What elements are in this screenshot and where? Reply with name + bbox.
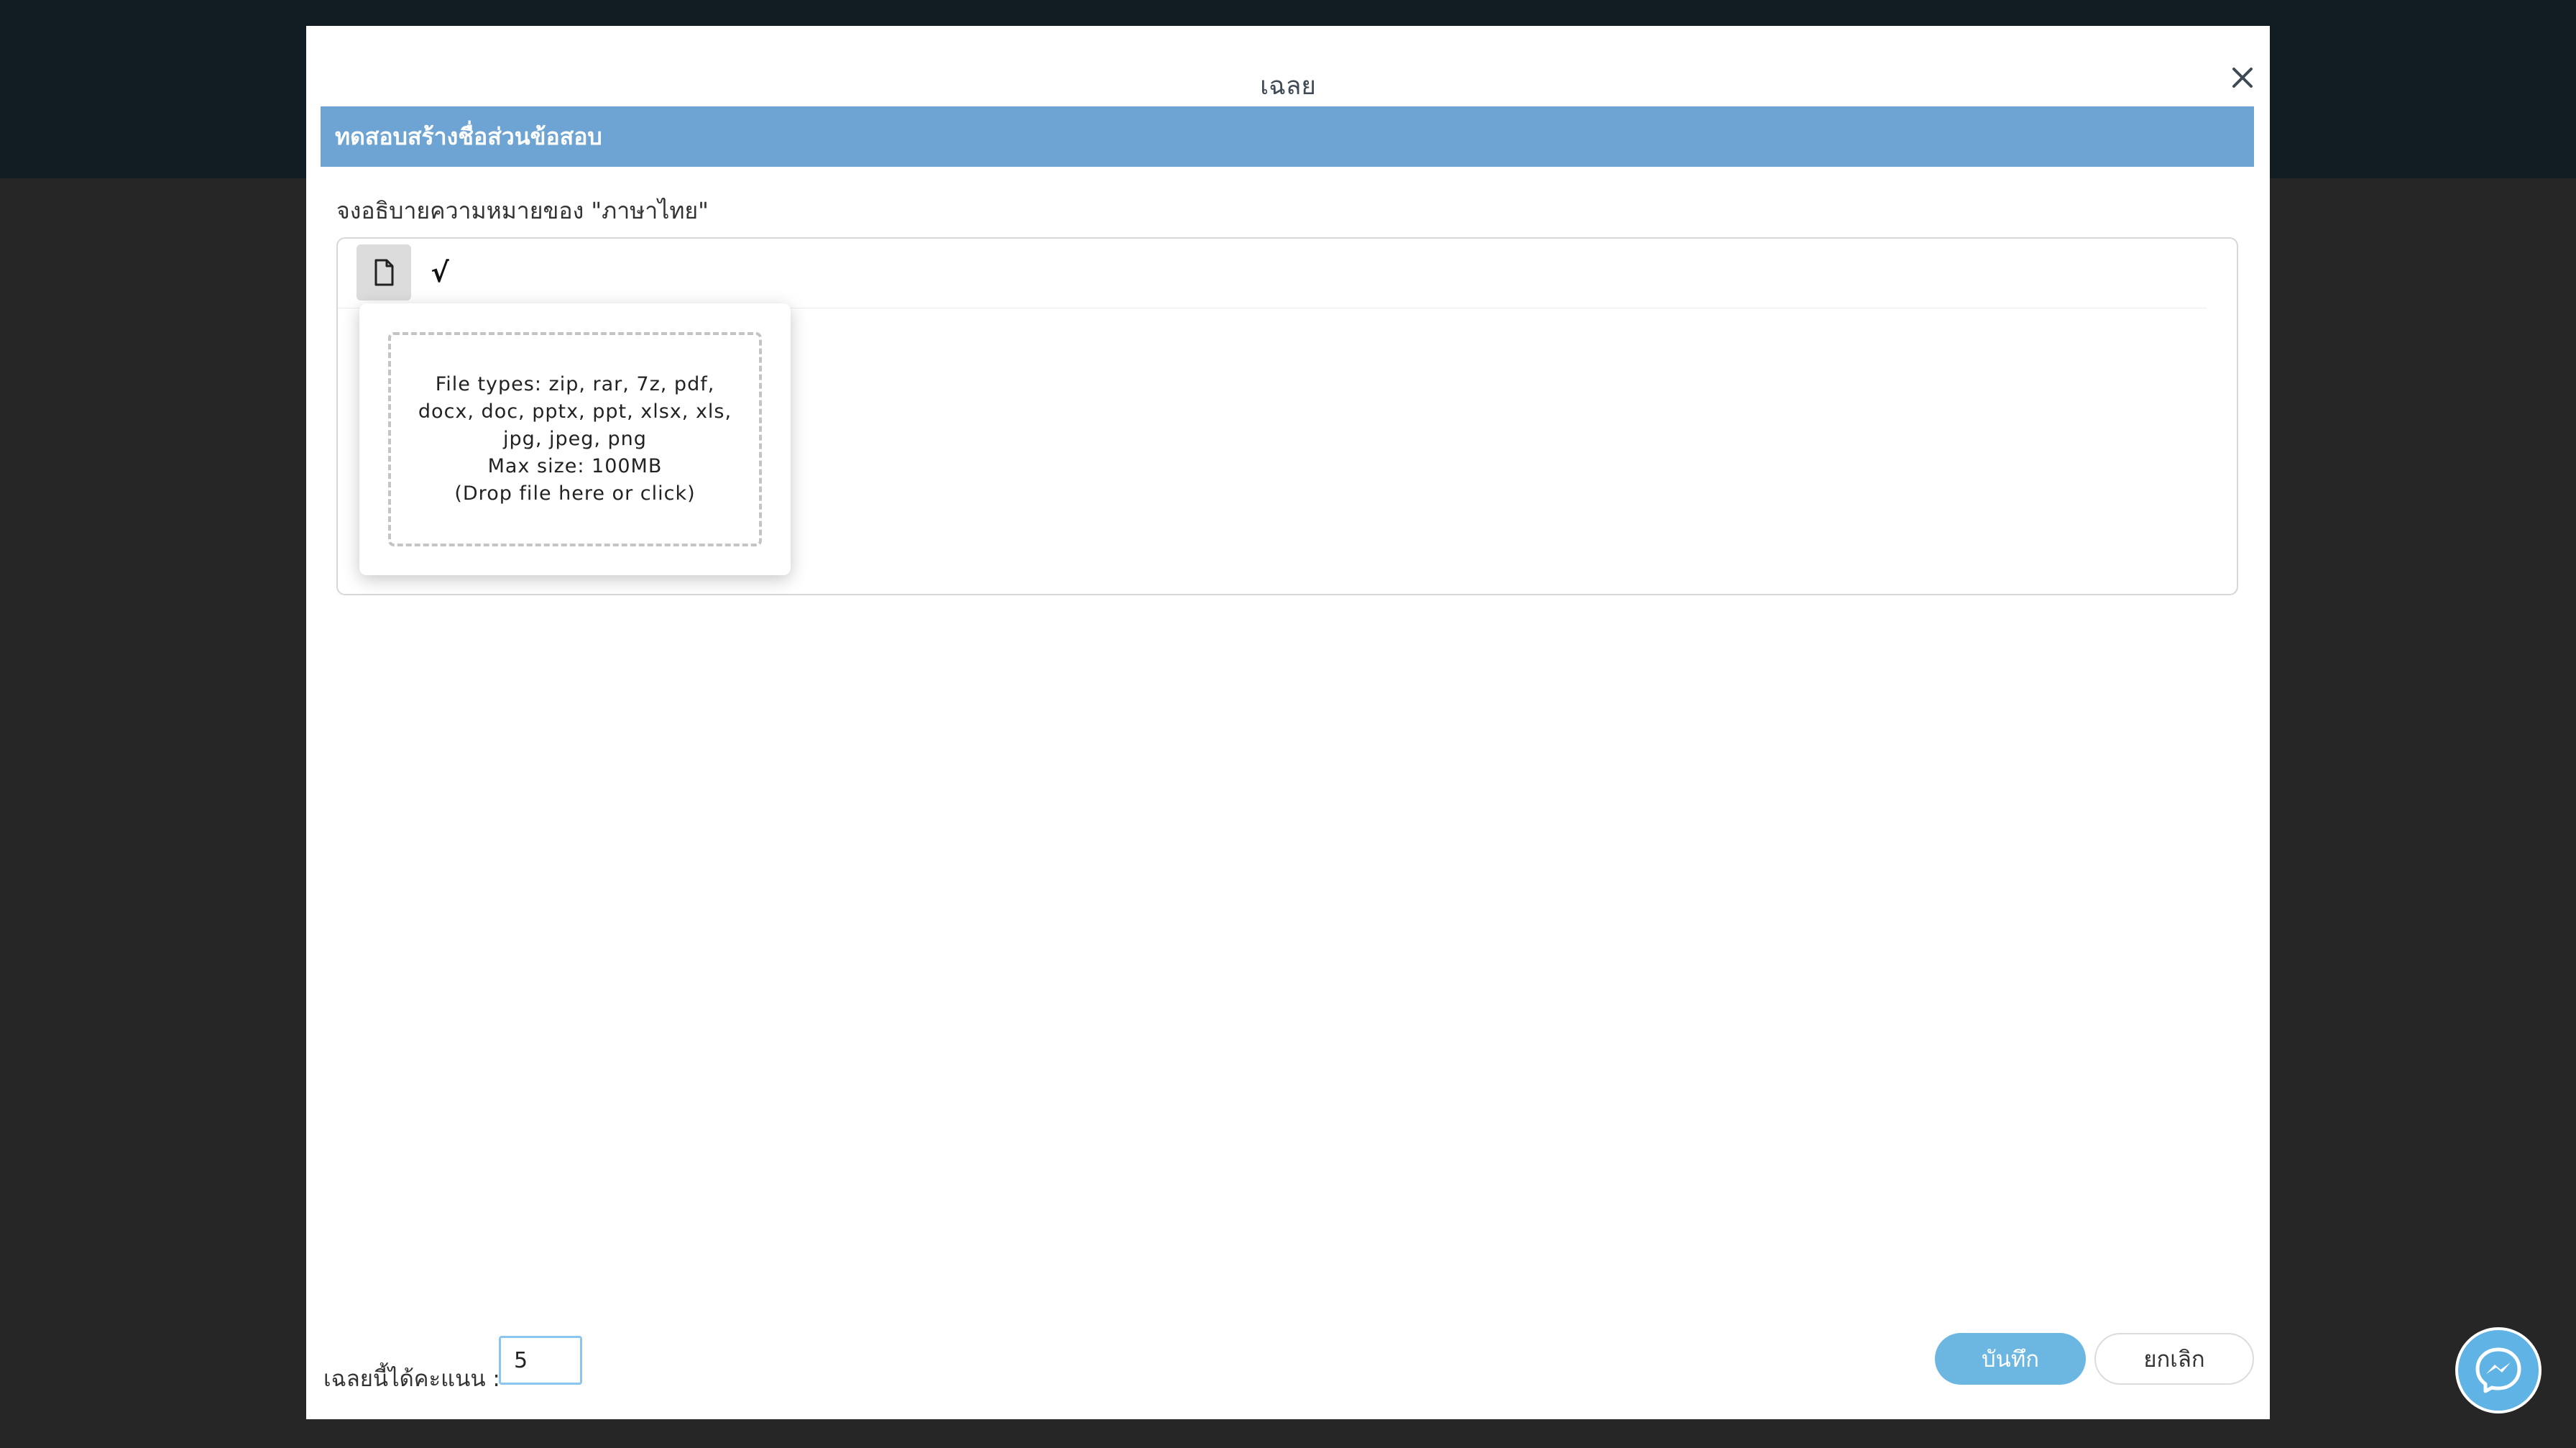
cancel-button[interactable]: ยกเลิก — [2094, 1333, 2254, 1385]
dropzone-line: docx, doc, pptx, ppt, xlsx, xls, — [418, 400, 732, 423]
attach-file-button[interactable] — [356, 244, 411, 301]
square-root-icon: √ — [431, 257, 449, 288]
file-upload-popover: File types: zip, rar, 7z, pdf, docx, doc… — [359, 303, 791, 575]
modal-title: เฉลย — [1260, 72, 1316, 101]
file-dropzone[interactable]: File types: zip, rar, 7z, pdf, docx, doc… — [388, 332, 762, 546]
score-input[interactable] — [499, 1336, 582, 1385]
file-icon — [374, 259, 394, 286]
score-label: เฉลยนี้ได้คะแนน : — [323, 1366, 500, 1392]
close-button[interactable] — [2222, 58, 2263, 98]
messenger-icon — [2475, 1347, 2521, 1393]
dropzone-max-size: Max size: 100MB — [487, 455, 663, 477]
dropzone-hint: (Drop file here or click) — [454, 482, 696, 505]
save-button[interactable]: บันทึก — [1935, 1333, 2086, 1385]
section-title: ทดสอบสร้างชื่อส่วนข้อสอบ — [335, 122, 602, 150]
dropzone-line: jpg, jpeg, png — [503, 428, 647, 450]
messenger-chat-button[interactable] — [2455, 1327, 2542, 1413]
answer-modal: เฉลย ทดสอบสร้างชื่อส่วนข้อสอบ จงอธิบายคว… — [306, 26, 2270, 1419]
close-icon — [2232, 68, 2253, 88]
math-formula-button[interactable]: √ — [413, 244, 467, 301]
question-text: จงอธิบายความหมายของ "ภาษาไทย" — [336, 197, 709, 224]
section-title-bar: ทดสอบสร้างชื่อส่วนข้อสอบ — [321, 106, 2254, 167]
dropzone-line: File types: zip, rar, 7z, pdf, — [435, 373, 715, 395]
